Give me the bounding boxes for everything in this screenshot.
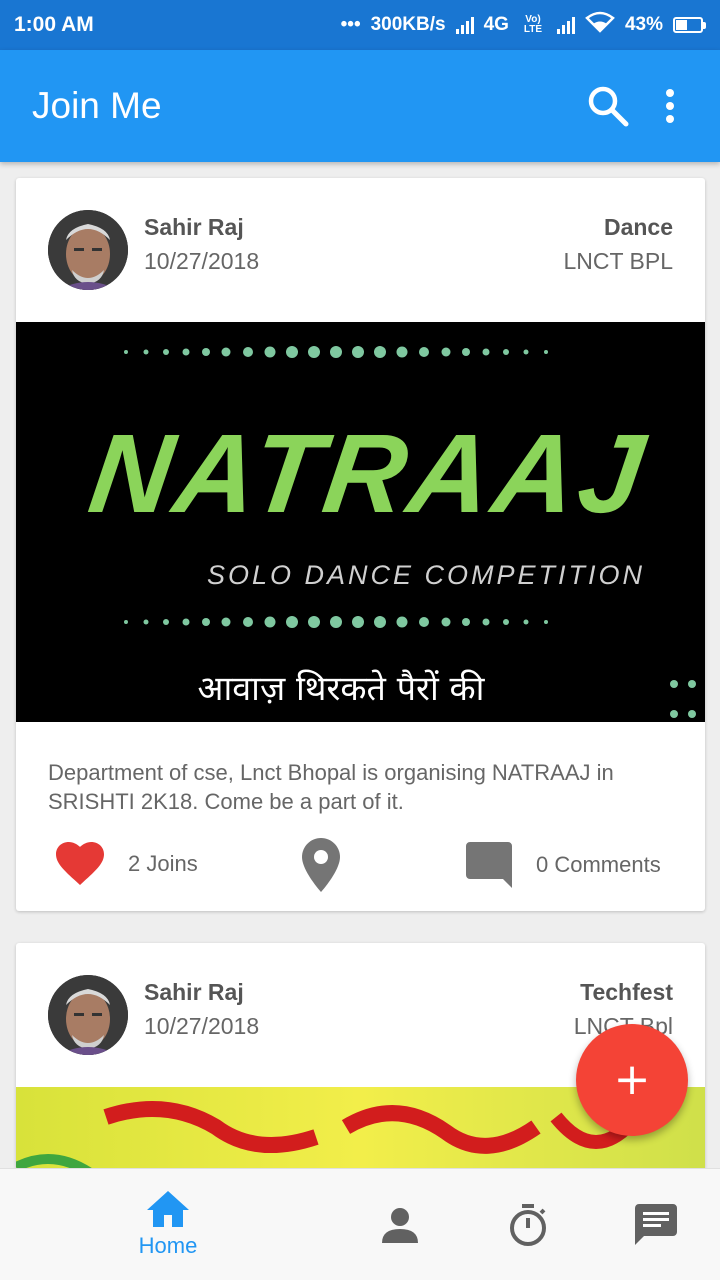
nav-profile[interactable] <box>344 1169 456 1280</box>
comment-icon <box>466 842 512 888</box>
battery-icon <box>673 17 706 33</box>
network-type: 4G <box>483 14 509 35</box>
status-time: 1:00 AM <box>14 13 94 36</box>
signal-icon <box>455 16 474 34</box>
nav-home-label: Home <box>138 1233 198 1258</box>
more-vert-icon <box>666 89 674 123</box>
status-bar: 1:00 AM ••• 300KB/s 4G Vo) LTE 43% <box>0 0 720 50</box>
post-date: 10/27/2018 <box>144 248 260 274</box>
comments-count: 0 Comments <box>536 852 661 877</box>
nav-timer[interactable] <box>472 1169 584 1280</box>
app-bar: Join Me <box>0 50 720 162</box>
poster-title: NATRAAJ <box>83 410 655 535</box>
bottom-navigation: Home <box>0 1168 720 1280</box>
wifi-icon <box>585 11 615 39</box>
add-post-button[interactable]: + <box>576 1024 688 1136</box>
network-speed: 300KB/s <box>370 14 446 35</box>
signal-icon-2 <box>556 16 575 34</box>
nav-messages[interactable] <box>600 1169 712 1280</box>
avatar[interactable] <box>48 210 128 290</box>
nav-home[interactable]: Home <box>112 1169 224 1280</box>
post-description: Department of cse, Lnct Bhopal is organi… <box>48 760 614 814</box>
location-pin-icon <box>302 838 340 892</box>
chat-icon <box>635 1204 677 1245</box>
home-icon <box>147 1191 189 1227</box>
location-button[interactable] <box>302 838 340 892</box>
heart-icon <box>56 842 104 885</box>
post-feed[interactable]: Sahir Raj 10/27/2018 Dance LNCT BPL NATR… <box>0 162 720 1168</box>
post-category: Techfest <box>580 979 673 1005</box>
add-icon: + <box>613 1054 651 1105</box>
overflow-menu-button[interactable] <box>652 78 688 134</box>
battery-percent: 43% <box>624 14 663 35</box>
post-header: Sahir Raj 10/27/2018 Dance LNCT BPL <box>16 178 705 322</box>
poster-subtitle: SOLO DANCE COMPETITION <box>207 560 645 590</box>
status-indicators: ••• 300KB/s 4G Vo) LTE 43% <box>341 11 706 39</box>
event-poster-image[interactable]: NATRAAJ SOLO DANCE COMPETITION आवाज़ थिर… <box>16 322 705 722</box>
search-button[interactable] <box>580 78 636 134</box>
status-dots: ••• <box>340 14 361 35</box>
joins-count: 2 Joins <box>128 851 198 876</box>
comments-button[interactable]: 0 Comments <box>466 842 661 888</box>
post-category: Dance <box>603 214 673 240</box>
app-screen: 1:00 AM ••• 300KB/s 4G Vo) LTE 43% Join … <box>0 0 720 1280</box>
post-date: 10/27/2018 <box>144 1013 260 1039</box>
timer-icon <box>510 1204 546 1246</box>
search-icon <box>588 86 629 127</box>
volte-label: Vo) LTE <box>523 14 543 35</box>
author-name[interactable]: Sahir Raj <box>144 214 244 241</box>
post-card[interactable]: Sahir Raj 10/27/2018 Dance LNCT BPL NATR… <box>16 178 705 911</box>
post-actions: 2 Joins 0 Comments <box>16 830 705 910</box>
person-icon <box>382 1208 418 1243</box>
avatar[interactable] <box>48 975 128 1055</box>
join-button[interactable]: 2 Joins <box>56 842 198 886</box>
post-location: LNCT BPL <box>563 248 673 274</box>
app-title: Join Me <box>32 85 162 126</box>
poster-hindi-text: आवाज़ थिरकते पैरों की <box>198 669 486 709</box>
author-name[interactable]: Sahir Raj <box>144 979 244 1006</box>
